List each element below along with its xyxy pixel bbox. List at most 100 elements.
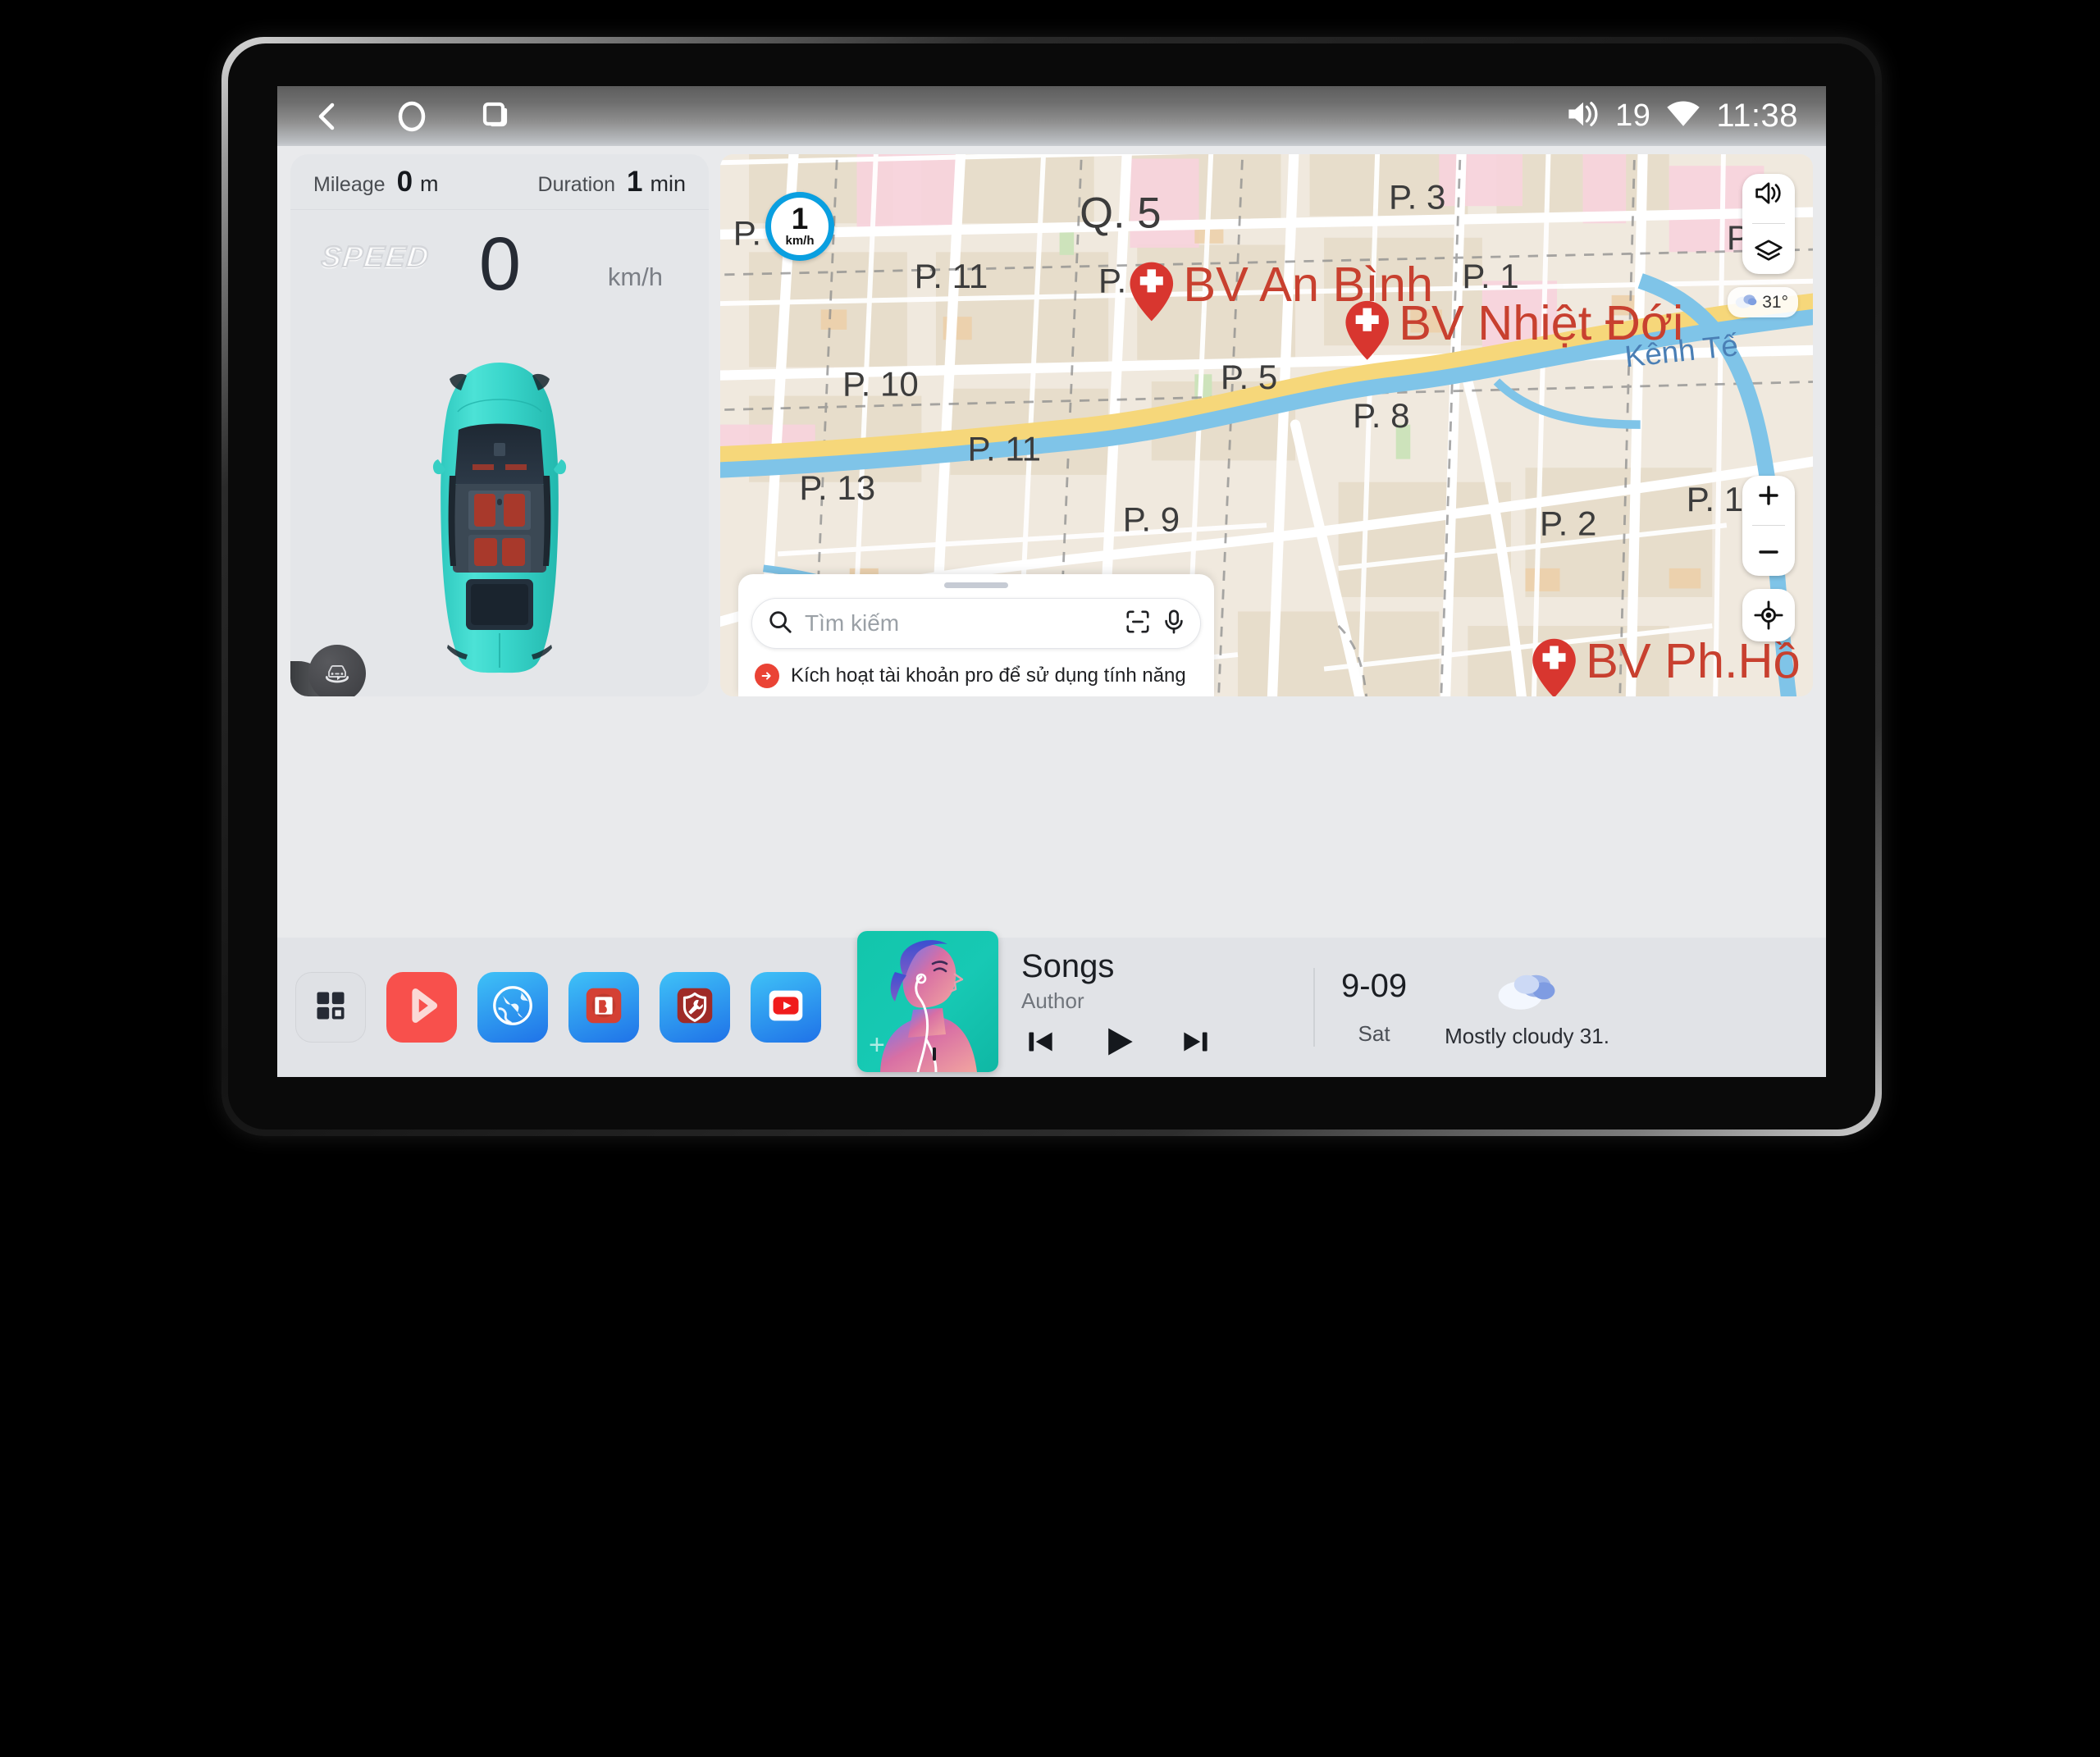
map-search-sheet: Tìm kiếm Kích hoạt tài khoản pro để sử d… [738,574,1214,696]
play-triangle-icon [400,984,443,1031]
lens-scan-icon[interactable] [1125,609,1151,639]
bubble-speed-unit: km/h [785,234,815,249]
media-info: Songs Author [1021,947,1215,1067]
zoom-out-icon[interactable] [1755,538,1783,570]
drive-info-card: Mileage 0 m Duration 1 min SPEED 0 km/h [290,154,709,696]
map-temperature: 31° [1762,292,1788,312]
search-bar[interactable]: Tìm kiếm [751,598,1201,649]
status-bar: 19 11:38 [277,86,1826,146]
mileage-unit: m [420,171,439,196]
app-shortcuts [277,972,821,1043]
youtube-icon [762,982,810,1034]
mileage-label: Mileage [313,172,386,196]
map-poi-label: BV An Bình [1183,257,1433,312]
street-label: P. 11 [915,257,988,295]
volume-icon[interactable] [1754,180,1783,210]
zoom-in-icon[interactable] [1755,481,1783,513]
map-poi-label: BV Nhiệt Đới [1399,295,1683,350]
duration-stat: Duration 1 min [538,166,686,199]
pro-account-promo[interactable]: Kích hoạt tài khoản pro để sử dụng tính … [751,664,1201,688]
street-label: P. 3 [1389,178,1445,217]
map-poi-label: BV Ph.Hồ C.M [1586,633,1813,688]
album-art[interactable]: + [857,931,998,1072]
weather-description: Mostly cloudy 31. [1445,1024,1609,1048]
home-circle-icon[interactable] [394,98,430,135]
skip-next-icon[interactable] [1177,1023,1215,1065]
bottom-dock: + Songs Author 9-09 Sat Mostly cloudy 31… [277,931,1826,1077]
tablet-device-frame: 19 11:38 Mileage 0 m Duration 1 min SPEE… [221,37,1882,1136]
youtube-app[interactable] [751,972,821,1043]
globe-icon [489,982,536,1034]
map-layers-icon[interactable] [1754,238,1783,267]
street-label: P. 5 [1221,358,1277,396]
duration-label: Duration [537,172,616,196]
street-label: P. 1 [1687,480,1743,518]
mileage-value: 0 [396,165,413,198]
all-apps-button[interactable] [295,972,366,1043]
grid-apps-icon [313,988,349,1028]
navigation-buttons [310,98,514,135]
cloud-icon [1734,291,1759,313]
car-360-icon[interactable] [308,645,366,696]
cloud-icon [1492,965,1563,1015]
street-label: P. 13 [799,468,875,507]
bilibili-icon [580,982,628,1034]
media-controls [1021,1020,1215,1067]
song-title: Songs [1021,948,1115,984]
video-player-app[interactable] [386,972,457,1043]
volume-level: 19 [1615,98,1651,133]
speed-unit: km/h [607,262,663,291]
map-card[interactable]: P. 6P. 4P. 2P. 4P. 5P. 4P. 12P. 3P. 1P. … [720,154,1813,696]
plus-icon[interactable]: + [869,1031,885,1059]
screen: 19 11:38 Mileage 0 m Duration 1 min SPEE… [277,86,1826,1077]
recent-apps-icon[interactable] [477,98,514,135]
map-weather-chip[interactable]: 31° [1728,287,1798,317]
arrow-right-icon [755,664,779,688]
date-widget[interactable]: 9-09 Sat [1341,968,1407,1047]
duration-unit: min [650,171,686,196]
street-label: P. 11 [967,429,1041,468]
street-label: P. 10 [842,365,919,404]
weekday-value: Sat [1358,1021,1390,1046]
car-top-view-illustration [430,361,569,678]
song-author: Author [1021,988,1084,1013]
my-location-icon[interactable] [1742,589,1795,641]
device-bezel: 19 11:38 Mileage 0 m Duration 1 min SPEE… [228,43,1875,1130]
clock: 11:38 [1716,98,1798,134]
street-label: P. 2 [1540,504,1596,543]
street-label: P. 1 [1462,257,1518,295]
bubble-speed-value: 1 [791,201,809,235]
divider [1313,968,1315,1047]
duration-value: 1 [627,165,643,198]
speed-readout: SPEED 0 km/h [290,210,709,313]
back-chevron-icon[interactable] [310,98,346,135]
skip-previous-icon[interactable] [1021,1023,1059,1065]
search-input[interactable]: Tìm kiếm [805,610,1113,637]
shield-wrench-icon [671,982,719,1034]
security-app[interactable] [660,972,730,1043]
street-label: P. 8 [1353,396,1409,435]
street-label: P. 9 [1123,500,1180,538]
browser-app[interactable] [477,972,548,1043]
play-icon[interactable] [1097,1020,1139,1067]
promo-text: Kích hoạt tài khoản pro để sử dụng tính … [791,664,1186,687]
map-top-controls [1742,174,1795,274]
volume-icon [1565,98,1601,134]
media-player: + Songs Author 9-09 Sat Mostly cloudy 31… [857,931,1826,1077]
bilibili-app[interactable] [568,972,639,1043]
map-zoom-controls [1742,476,1795,576]
current-speed-bubble: 1 km/h [765,192,834,261]
district-label: Q. 5 [1080,189,1161,238]
divider [1752,525,1785,527]
microphone-icon[interactable] [1162,609,1185,639]
trip-stats-row: Mileage 0 m Duration 1 min [290,154,709,210]
weather-widget[interactable]: Mostly cloudy 31. [1445,965,1618,1049]
date-value: 9-09 [1341,968,1408,1004]
status-indicators: 19 11:38 [1565,98,1798,135]
mileage-stat: Mileage 0 m [313,166,439,199]
main-content: Mileage 0 m Duration 1 min SPEED 0 km/h … [277,146,1826,938]
sheet-drag-handle[interactable] [944,582,1008,588]
divider [1752,223,1785,225]
search-icon [767,609,793,639]
wifi-icon [1664,101,1702,132]
